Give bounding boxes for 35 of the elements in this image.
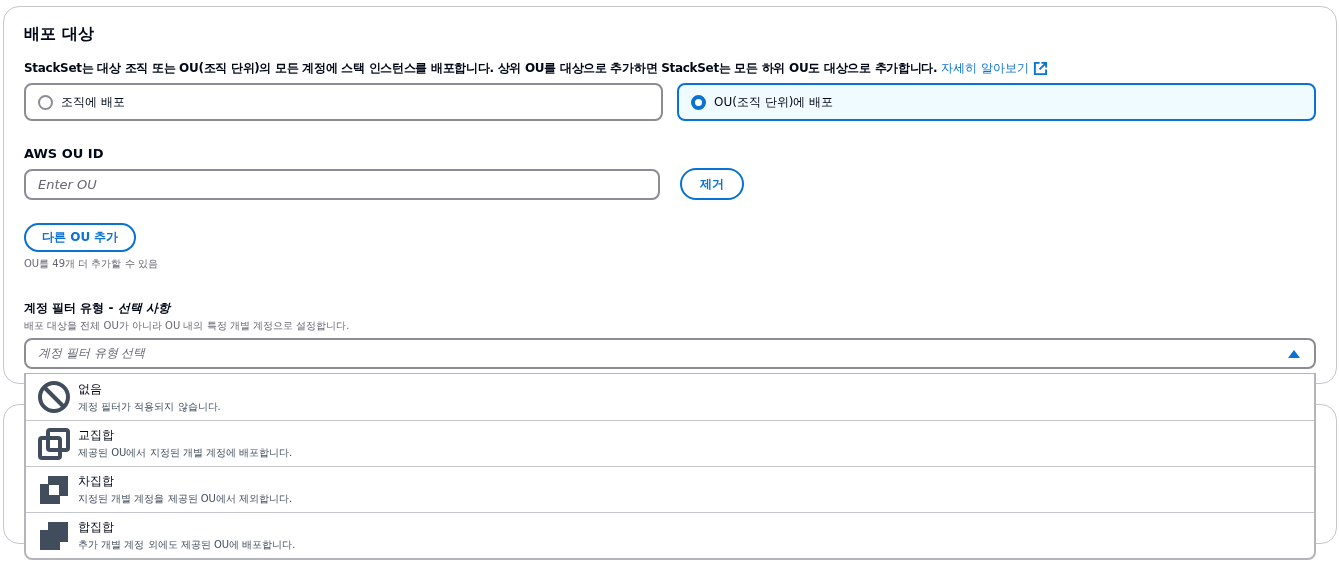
radio-label: OU(조직 단위)에 배포 bbox=[714, 93, 834, 111]
radio-tile[interactable]: OU(조직 단위)에 배포 bbox=[677, 83, 1316, 121]
field-label: 계정 필터 유형 - 선택 사항 bbox=[24, 300, 173, 317]
overlapping-squares-icon bbox=[38, 473, 70, 506]
add-ou-button[interactable]: 다른 OU 추가 bbox=[24, 223, 137, 252]
option-label: 합집합 bbox=[78, 519, 115, 536]
hint-text: OU를 49개 더 추가할 수 있음 bbox=[24, 257, 159, 271]
field-label: AWS OU ID bbox=[24, 145, 105, 163]
dropdown-option[interactable]: 합집합 추가 개별 계정 외에도 제공된 OU에 배포합니다. bbox=[26, 512, 1314, 558]
caret-up-icon bbox=[1288, 349, 1300, 358]
option-description: 지정된 개별 계정을 제공된 OU에서 제외합니다. bbox=[78, 492, 293, 506]
section-title: 배포 대상 bbox=[24, 23, 95, 45]
radio-label: 조직에 배포 bbox=[61, 93, 125, 111]
radio-tile[interactable]: 조직에 배포 bbox=[24, 83, 663, 121]
learn-more-link[interactable]: 자세히 알아보기 bbox=[941, 59, 1030, 77]
ou-input-field[interactable]: Enter OU bbox=[24, 168, 660, 200]
description-text: StackSet는 대상 조직 또는 OU(조직 단위)의 모든 계정에 스택 인스턴스를 배포합니다. 상위 OU를 대상으로 추가하면 StackSet는 모든 하위 OU도 대상으로 추가합니다. bbox=[24, 60, 938, 77]
option-label: 없음 bbox=[78, 380, 103, 398]
dropdown-option[interactable]: 차집합 지정된 개별 계정을 제공된 OU에서 제외합니다. bbox=[26, 466, 1314, 512]
filter-type-select[interactable]: 계정 필터 유형 선택 bbox=[24, 338, 1316, 369]
dropdown-option[interactable]: 없음 계정 필터가 적용되지 않습니다. bbox=[26, 374, 1314, 420]
field-description: 배포 대상을 전체 OU가 아니라 OU 내의 특정 개별 계정으로 설정합니다. bbox=[24, 319, 351, 333]
radio-button[interactable] bbox=[691, 94, 706, 110]
external-link-icon[interactable] bbox=[1033, 60, 1049, 76]
option-description: 제공된 OU에서 지정된 개별 계정에 배포합니다. bbox=[78, 446, 293, 460]
merged-squares-icon bbox=[38, 519, 70, 552]
overlapping-squares-icon bbox=[38, 427, 70, 460]
radio-button[interactable] bbox=[38, 94, 53, 110]
prohibited-icon bbox=[38, 381, 70, 413]
option-label: 차집합 bbox=[78, 473, 115, 490]
remove-button[interactable]: 제거 bbox=[680, 168, 744, 200]
option-description: 추가 개별 계정 외에도 제공된 OU에 배포합니다. bbox=[78, 538, 296, 552]
option-description: 계정 필터가 적용되지 않습니다. bbox=[78, 399, 221, 414]
dropdown-option[interactable]: 교집합 제공된 OU에서 지정된 개별 계정에 배포합니다. bbox=[26, 420, 1314, 466]
option-label: 교집합 bbox=[78, 427, 115, 444]
